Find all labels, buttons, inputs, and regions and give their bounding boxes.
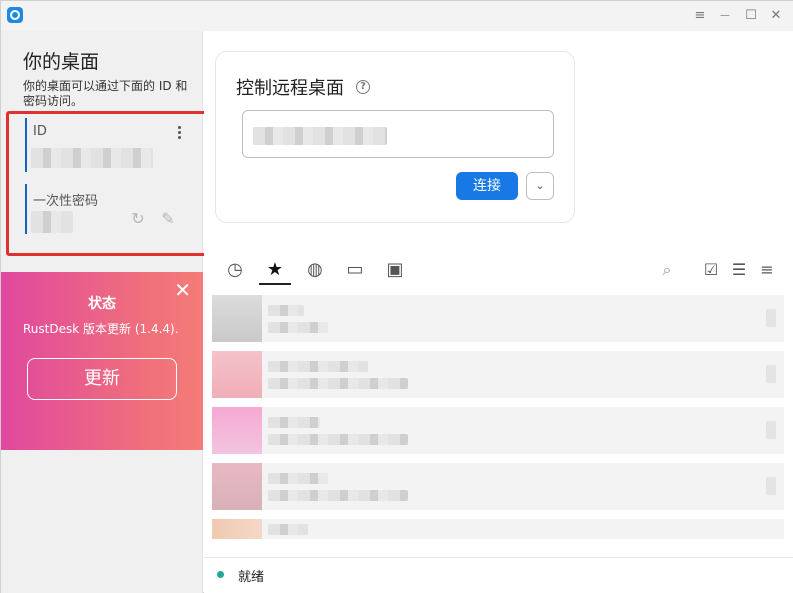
password-value-redacted [31,211,73,233]
title-bar: ≡ — ☐ ✕ [1,1,793,31]
password-field-accent [25,184,27,234]
sidebar: 你的桌面 你的桌面可以通过下面的 ID 和密码访问。 ID 一次性密码 ↻ ✎ … [1,31,209,593]
list-item[interactable] [212,295,784,342]
peer-more-icon[interactable] [766,477,776,495]
status-indicator-icon [217,571,224,578]
peer-name-redacted [268,524,308,535]
view-list-icon[interactable]: ☰ [728,259,750,281]
address-book-icon[interactable]: ▣ [384,259,406,281]
status-bar: 就绪 [204,557,793,593]
status-text: 就绪 [238,570,265,585]
connect-button[interactable]: 连接 [456,172,518,200]
peer-list [212,289,784,551]
list-item[interactable] [212,407,784,454]
edit-password-icon[interactable]: ✎ [159,210,177,228]
connect-title: 控制远程桌面 [236,78,344,99]
peer-name-redacted [268,473,328,484]
peer-thumbnail [212,519,262,539]
peer-id-redacted [268,378,408,389]
id-label: ID [33,124,47,139]
peer-more-icon[interactable] [766,309,776,327]
list-item[interactable] [212,519,784,539]
id-field[interactable]: ID [25,118,195,174]
sort-icon[interactable]: ≡ [756,259,778,281]
more-options-icon[interactable] [173,124,185,142]
recent-sessions-icon[interactable]: ◷ [224,259,246,281]
peer-name-redacted [268,361,368,372]
update-message: RustDesk 版本更新 (1.4.4). [23,322,179,336]
devices-icon[interactable]: ▭ [344,259,366,281]
sidebar-description: 你的桌面可以通过下面的 ID 和密码访问。 [23,79,188,108]
list-item[interactable] [212,351,784,398]
peer-more-icon[interactable] [766,421,776,439]
password-label: 一次性密码 [33,194,99,209]
peer-thumbnail [212,407,262,454]
peer-thumbnail [212,295,262,342]
active-tab-indicator [259,283,291,285]
id-field-accent [25,118,27,172]
close-button[interactable]: ✕ [767,7,785,25]
help-icon[interactable]: ? [356,80,370,94]
favorites-star-icon[interactable]: ★ [264,259,286,281]
peer-name-redacted [268,417,320,428]
remote-id-input[interactable] [242,110,554,158]
minimize-button[interactable]: — [716,7,734,25]
remote-id-redacted [253,127,387,145]
update-title: 状态 [88,296,116,312]
menu-button[interactable]: ≡ [691,7,709,25]
search-icon[interactable]: ⌕ [656,259,678,281]
peer-thumbnail [212,351,262,398]
id-value-redacted [31,148,153,168]
chevron-down-icon[interactable]: ⌄ [526,172,554,200]
main-panel: 控制远程桌面 ? 连接 ⌄ ◷ ★ ◍ ▭ ▣ ⌕ ☑ ☰ ≡ 就绪 [204,31,793,593]
peer-id-redacted [268,322,328,333]
refresh-password-icon[interactable]: ↻ [129,210,147,228]
peer-more-icon[interactable] [766,365,776,383]
peer-id-redacted [268,490,408,501]
rustdesk-logo-icon [7,7,23,23]
update-notification: ✕ 状态 RustDesk 版本更新 (1.4.4). 更新 [1,272,203,450]
maximize-button[interactable]: ☐ [742,7,760,25]
update-button[interactable]: 更新 [27,358,177,400]
peer-tabs: ◷ ★ ◍ ▭ ▣ ⌕ ☑ ☰ ≡ [204,253,793,287]
peer-name-redacted [268,305,304,316]
list-item[interactable] [212,463,784,510]
app-window: ≡ — ☐ ✕ 你的桌面 你的桌面可以通过下面的 ID 和密码访问。 ID 一次… [0,0,793,593]
id-password-highlight: ID 一次性密码 ↻ ✎ [6,111,209,256]
peer-thumbnail [212,463,262,510]
peer-id-redacted [268,434,408,445]
sidebar-title: 你的桌面 [23,51,100,73]
discovered-compass-icon[interactable]: ◍ [304,259,326,281]
connect-card: 控制远程桌面 ? 连接 ⌄ [215,51,575,223]
select-checkbox-icon[interactable]: ☑ [700,259,722,281]
